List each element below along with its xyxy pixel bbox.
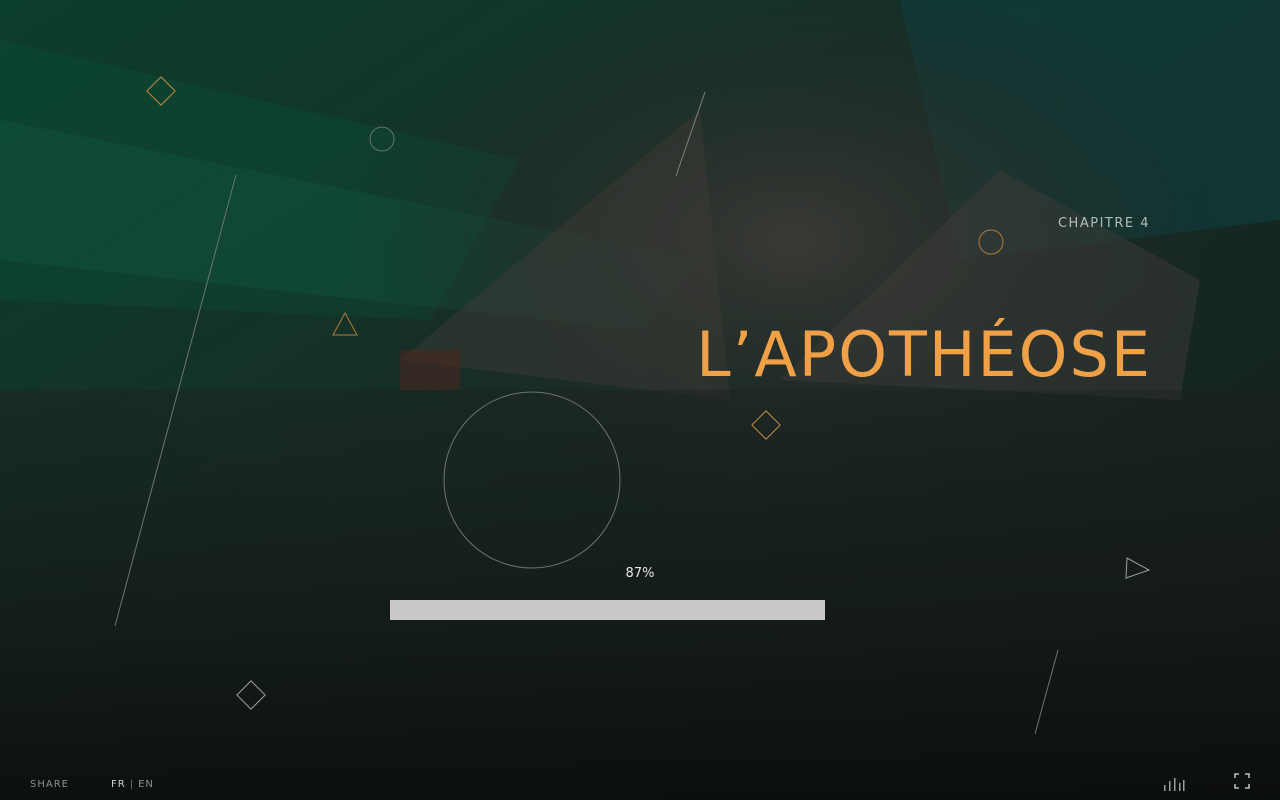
chapter-label: CHAPITRE 4: [1057, 216, 1150, 231]
language-fr[interactable]: FR: [111, 779, 126, 790]
diamond-shape: [236, 680, 266, 710]
circle-shape: [978, 229, 1004, 255]
language-separator: |: [129, 779, 135, 790]
language-switcher: FR | EN: [111, 779, 154, 790]
decorative-shapes: [114, 76, 1151, 735]
large-circle-shape: [443, 391, 621, 569]
loading-percent: 87%: [625, 566, 655, 581]
chapter-title: L’APOTHÉOSE: [696, 318, 1152, 391]
audio-equalizer-icon[interactable]: [1163, 776, 1185, 795]
line-shape: [675, 91, 706, 177]
share-button[interactable]: SHARE: [30, 779, 69, 790]
loading-progress-fill: [390, 600, 825, 620]
language-en[interactable]: EN: [138, 779, 154, 790]
line-shape: [114, 174, 237, 627]
diamond-shape: [751, 410, 781, 440]
triangle-shape: [1125, 557, 1151, 579]
fullscreen-icon[interactable]: [1234, 773, 1250, 793]
diamond-shape: [146, 76, 176, 106]
triangle-shape: [332, 311, 358, 336]
line-shape: [1034, 649, 1059, 735]
loading-progress-bar: [390, 600, 890, 620]
circle-shape: [369, 126, 395, 152]
